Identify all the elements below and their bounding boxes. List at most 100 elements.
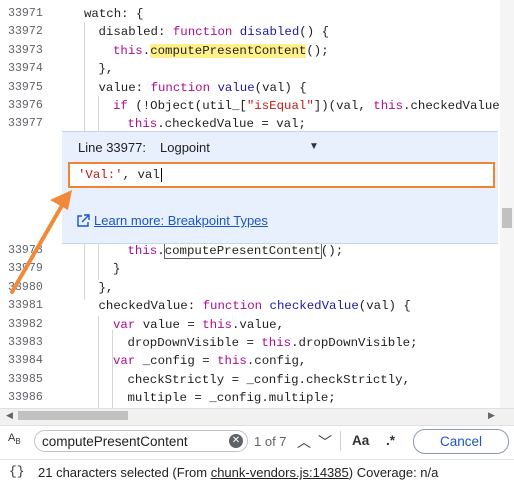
- code-token: .checkedValue)): [403, 99, 500, 113]
- code-token: watch: {: [84, 7, 144, 21]
- code-token: if: [113, 99, 136, 113]
- line-number[interactable]: 33981: [8, 297, 48, 315]
- scroll-left-arrow-icon[interactable]: ◀: [6, 410, 13, 421]
- code-line[interactable]: 33985 checkStrictly = _config.checkStrict…: [0, 371, 500, 389]
- next-match-icon[interactable]: ﹀: [318, 432, 332, 452]
- code-text: }: [113, 260, 120, 278]
- code-token: this: [127, 244, 158, 258]
- code-token: value =: [142, 317, 203, 332]
- line-number[interactable]: 33979: [8, 260, 48, 278]
- code-token: .config,: [246, 354, 307, 369]
- previous-match-icon[interactable]: ︿: [297, 432, 311, 452]
- code-token: function: [172, 25, 240, 40]
- line-number[interactable]: 33977: [8, 115, 48, 133]
- line-number[interactable]: 33985: [8, 371, 48, 389]
- code-line[interactable]: 33981 checkedValue: function checkedValue…: [0, 297, 500, 315]
- line-number[interactable]: 33980: [8, 279, 48, 297]
- line-number[interactable]: 33972: [8, 23, 48, 41]
- text-cursor: [160, 168, 162, 182]
- horizontal-scrollbar-thumb[interactable]: [18, 411, 128, 420]
- logpoint-expression-string: 'Val:': [78, 168, 123, 182]
- external-link-icon[interactable]: [76, 214, 90, 228]
- code-token: (val) {: [254, 80, 307, 95]
- code-token: "isEqual": [246, 99, 314, 113]
- code-line[interactable]: 33979}: [0, 260, 500, 278]
- line-number[interactable]: 33978: [8, 242, 48, 260]
- code-line[interactable]: 33972 disabled: function disabled() {: [0, 23, 500, 41]
- code-line[interactable]: 33978 this.computePresentContent();: [0, 242, 500, 260]
- code-token: },: [98, 280, 114, 295]
- code-token: checkStrictly = _config.checkStrictly,: [127, 372, 411, 387]
- code-token: ();: [320, 244, 344, 258]
- line-number[interactable]: 33986: [8, 389, 48, 407]
- code-token: },: [98, 62, 114, 77]
- line-number[interactable]: 33983: [8, 334, 48, 352]
- code-line[interactable]: 33980},: [0, 279, 500, 297]
- regex-button[interactable]: .*: [386, 433, 395, 448]
- vertical-scrollbar[interactable]: [500, 0, 514, 408]
- code-text: if (!Object(util_["isEqual"])(val, this.…: [113, 97, 500, 115]
- code-text: checkedValue: function checkedValue(val)…: [99, 297, 411, 315]
- code-token: this: [217, 354, 247, 369]
- code-token: var: [113, 354, 143, 369]
- breakpoint-type-select[interactable]: Logpoint: [160, 140, 210, 155]
- code-text: checkStrictly = _config.checkStrictly,: [128, 371, 411, 389]
- code-token: ();: [306, 43, 329, 58]
- source-location-link[interactable]: chunk-vendors.js:14385: [211, 465, 349, 480]
- logpoint-expression-input[interactable]: 'Val:', val: [68, 162, 495, 188]
- pretty-print-icon[interactable]: {}: [9, 464, 25, 479]
- match-case-button[interactable]: Aa: [352, 433, 369, 448]
- code-text: this.computePresentContent();: [127, 242, 344, 260]
- scroll-right-arrow-icon[interactable]: ▶: [488, 410, 495, 421]
- code-line[interactable]: 33971 watch: {: [0, 5, 500, 23]
- code-token: .checkedValue = val;: [157, 117, 306, 132]
- code-line[interactable]: 33982 var value = this.value,: [0, 316, 500, 334]
- code-text: multiple = _config.multiple;: [128, 389, 336, 407]
- code-token: (val) {: [358, 299, 411, 314]
- divider: [340, 431, 341, 451]
- learn-more-link[interactable]: Learn more: Breakpoint Types: [94, 213, 268, 228]
- chevron-down-icon[interactable]: ▼: [309, 141, 319, 152]
- source-prefix: (From: [172, 465, 211, 480]
- code-token: disabled:: [98, 25, 173, 40]
- code-token: ])(val,: [313, 99, 374, 113]
- search-query[interactable]: computePresentContent: [42, 434, 188, 449]
- code-token: function: [150, 80, 218, 95]
- code-line[interactable]: 33983 dropDownVisible = this.dropDownVisi…: [0, 334, 500, 352]
- indent-guide: [112, 330, 113, 408]
- logpoint-line-label: Line 33977:: [78, 140, 146, 155]
- selection-count: 21 characters selected: [38, 465, 169, 480]
- code-text: watch: {: [84, 5, 144, 23]
- code-token: checkedValue: [269, 299, 359, 314]
- replace-toggle-icon[interactable]: AB: [8, 432, 21, 446]
- line-number[interactable]: 33975: [8, 79, 48, 97]
- code-text: dropDownVisible = this.dropDownVisible;: [128, 334, 418, 352]
- code-text: },: [99, 279, 114, 297]
- indent-guide: [84, 22, 85, 131]
- vertical-scrollbar-thumb[interactable]: [502, 208, 512, 228]
- code-token: .: [157, 244, 165, 258]
- clear-search-icon[interactable]: ✕: [229, 434, 243, 448]
- line-number[interactable]: 33974: [8, 60, 48, 78]
- cancel-button[interactable]: Cancel: [413, 429, 509, 454]
- code-text: disabled: function disabled() {: [99, 23, 330, 41]
- code-line[interactable]: 33974},: [0, 60, 500, 78]
- line-number[interactable]: 33971: [8, 5, 48, 23]
- code-line[interactable]: 33976 if (!Object(util_["isEqual"])(val, …: [0, 97, 500, 115]
- code-line[interactable]: 33984 var _config = this.config,: [0, 352, 500, 370]
- code-token: this: [202, 317, 232, 332]
- code-token: .dropDownVisible;: [291, 336, 418, 350]
- code-token: var: [113, 317, 143, 332]
- code-line[interactable]: 33973 this.computePresentContent();: [0, 42, 500, 60]
- line-number[interactable]: 33976: [8, 97, 48, 115]
- line-number[interactable]: 33984: [8, 352, 48, 370]
- search-match: computePresentContent: [163, 243, 322, 259]
- code-line[interactable]: 33975 value: function value(val) {: [0, 79, 500, 97]
- code-token: _config =: [142, 354, 218, 369]
- code-token: disabled: [239, 25, 300, 40]
- code-token: value: [217, 80, 255, 95]
- line-number[interactable]: 33973: [8, 42, 48, 60]
- code-line[interactable]: 33986 multiple = _config.multiple;: [0, 389, 500, 407]
- code-token: value:: [98, 80, 151, 95]
- line-number[interactable]: 33982: [8, 316, 48, 334]
